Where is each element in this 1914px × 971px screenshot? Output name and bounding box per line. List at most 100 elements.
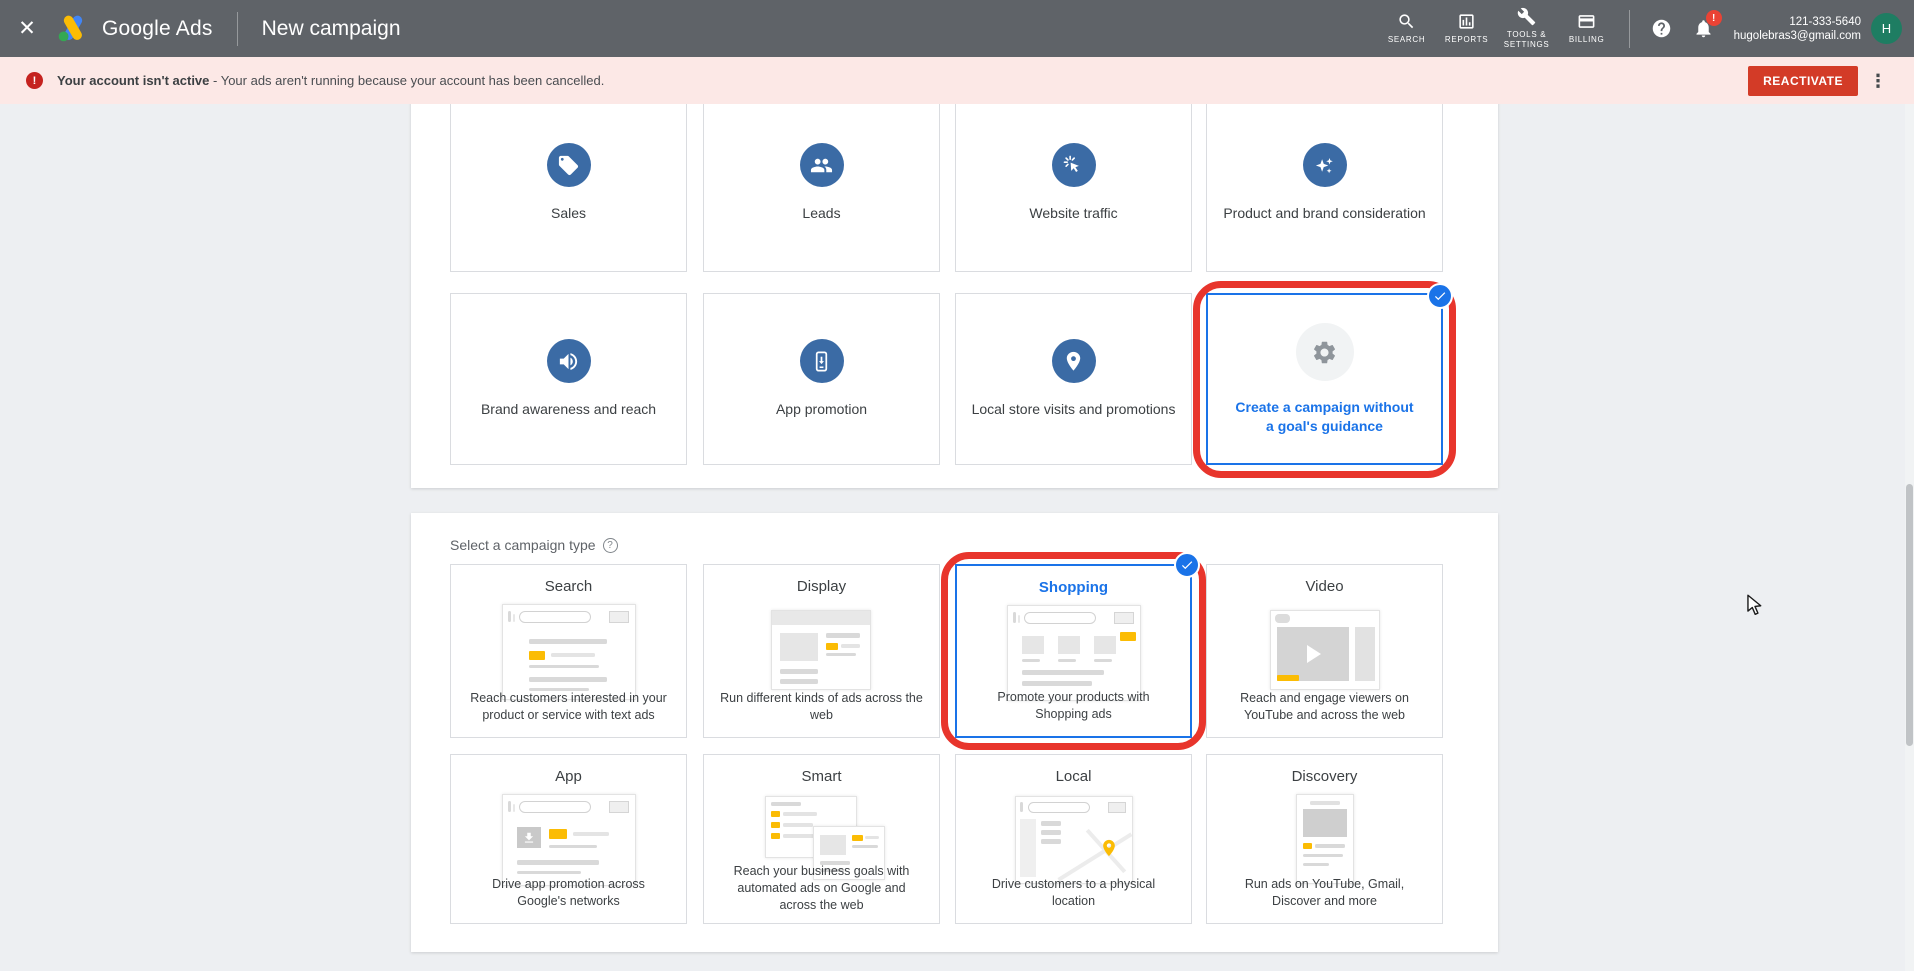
wrench-icon <box>1517 7 1536 26</box>
check-icon <box>1180 558 1194 572</box>
goal-card-app-promotion[interactable]: App promotion <box>703 293 940 465</box>
nav-label: SEARCH <box>1388 35 1426 45</box>
billing-nav-button[interactable]: BILLING <box>1557 12 1617 45</box>
mouse-cursor <box>1742 592 1768 618</box>
goal-card-brand-awareness[interactable]: Brand awareness and reach <box>450 293 687 465</box>
goal-card-product-brand-consideration[interactable]: Product and brand consideration <box>1206 94 1443 272</box>
sparkles-icon <box>1303 143 1347 187</box>
section-label-text: Select a campaign type <box>450 537 596 553</box>
type-card-title: Local <box>956 768 1191 785</box>
type-card-video[interactable]: Video Reach and engage viewers on YouTub… <box>1206 564 1443 738</box>
gear-icon <box>1296 323 1354 381</box>
app-phone-icon <box>800 339 844 383</box>
map-pin-icon <box>1052 339 1096 383</box>
goal-card-label: Local store visits and promotions <box>962 400 1186 418</box>
alert-title: Your account isn't active <box>57 73 209 88</box>
type-card-description: Run different kinds of ads across the we… <box>704 690 939 724</box>
type-card-title: Search <box>451 578 686 595</box>
help-icon <box>1651 18 1672 39</box>
type-card-title: Smart <box>704 768 939 785</box>
scrollbar-thumb[interactable] <box>1906 484 1913 746</box>
close-icon[interactable]: ✕ <box>0 16 54 41</box>
alert-message: Your account isn't active - Your ads are… <box>57 73 604 88</box>
type-card-description: Drive customers to a physical location <box>956 876 1191 910</box>
goal-card-label: App promotion <box>766 400 877 418</box>
app-ads-thumbnail <box>502 794 636 886</box>
goal-card-no-goal-guidance[interactable]: Create a campaign without a goal's guida… <box>1206 293 1443 465</box>
price-tag-icon <box>547 143 591 187</box>
goal-card-label: Brand awareness and reach <box>471 400 666 418</box>
type-card-description: Reach and engage viewers on YouTube and … <box>1207 690 1442 724</box>
notifications-button[interactable]: ! <box>1682 18 1726 39</box>
type-card-display[interactable]: Display Run different kinds of ads acros… <box>703 564 940 738</box>
display-ads-thumbnail <box>755 604 889 700</box>
check-icon <box>1433 289 1447 303</box>
billing-card-icon <box>1577 12 1596 31</box>
goal-card-label: Product and brand consideration <box>1213 204 1435 222</box>
type-card-title: App <box>451 768 686 785</box>
search-ads-thumbnail <box>502 604 636 700</box>
reports-icon <box>1457 12 1476 31</box>
topbar-actions: SEARCH REPORTS TOOLS & SETTINGS BILLING … <box>1377 7 1914 51</box>
type-card-title: Discovery <box>1207 768 1442 785</box>
type-card-description: Promote your products with Shopping ads <box>957 689 1190 723</box>
type-card-shopping[interactable]: Shopping Promote your products with Shop… <box>955 564 1192 738</box>
goal-card-leads[interactable]: Leads <box>703 94 940 272</box>
nav-label: BILLING <box>1569 35 1605 45</box>
notification-badge: ! <box>1706 10 1722 26</box>
goal-card-website-traffic[interactable]: Website traffic <box>955 94 1192 272</box>
type-card-title: Shopping <box>957 579 1190 596</box>
type-card-smart[interactable]: Smart Reach your business goals with aut… <box>703 754 940 924</box>
nav-label: REPORTS <box>1445 35 1488 45</box>
goal-card-label: Leads <box>792 204 850 222</box>
avatar[interactable]: H <box>1871 13 1902 44</box>
alert-separator: - <box>209 73 220 88</box>
selected-check-badge <box>1427 283 1453 309</box>
type-card-app[interactable]: App Drive app promotion across Google's … <box>450 754 687 924</box>
type-card-description: Reach customers interested in your produ… <box>451 690 686 724</box>
local-ads-thumbnail <box>1007 794 1141 886</box>
tools-settings-nav-button[interactable]: TOOLS & SETTINGS <box>1497 7 1557 51</box>
goal-card-label: Create a campaign without a goal's guida… <box>1222 398 1428 434</box>
kebab-menu-icon[interactable]: ⋮ <box>1858 72 1898 90</box>
megaphone-icon <box>547 339 591 383</box>
selected-check-badge <box>1174 552 1200 578</box>
campaign-type-section-label: Select a campaign type ? <box>450 537 618 553</box>
type-card-local[interactable]: Local Drive customers to a physical loca… <box>955 754 1192 924</box>
nav-label: TOOLS & SETTINGS <box>1497 30 1557 51</box>
error-icon: ! <box>26 72 43 89</box>
map-pin-icon <box>1102 839 1116 857</box>
help-icon[interactable]: ? <box>603 538 618 553</box>
type-card-description: Run ads on YouTube, Gmail, Discover and … <box>1207 876 1442 910</box>
goal-card-label: Sales <box>541 204 596 222</box>
type-card-description: Drive app promotion across Google's netw… <box>451 876 686 910</box>
search-nav-button[interactable]: SEARCH <box>1377 12 1437 45</box>
help-button[interactable] <box>1642 18 1682 39</box>
account-alert-banner: ! Your account isn't active - Your ads a… <box>0 57 1914 104</box>
type-card-description: Reach your business goals with automated… <box>704 863 939 914</box>
reports-nav-button[interactable]: REPORTS <box>1437 12 1497 45</box>
people-icon <box>800 143 844 187</box>
scrollbar-track[interactable] <box>1905 104 1914 971</box>
account-info: 121-333-5640 hugolebras3@gmail.com <box>1734 15 1861 43</box>
goal-card-local-store-visits[interactable]: Local store visits and promotions <box>955 293 1192 465</box>
search-icon <box>1397 12 1416 31</box>
account-phone: 121-333-5640 <box>1734 15 1861 29</box>
type-card-search[interactable]: Search Reach customers interested in you… <box>450 564 687 738</box>
topbar-divider <box>1629 10 1630 48</box>
download-icon <box>522 831 536 845</box>
shopping-ads-thumbnail <box>1007 605 1141 701</box>
alert-body: Your ads aren't running because your acc… <box>221 73 605 88</box>
goal-card-sales[interactable]: Sales <box>450 94 687 272</box>
cursor-click-icon <box>1052 143 1096 187</box>
account-email: hugolebras3@gmail.com <box>1734 29 1861 43</box>
type-card-title: Display <box>704 578 939 595</box>
top-app-bar: ✕ Google Ads New campaign SEARCH REPORTS… <box>0 0 1914 57</box>
topbar-divider <box>237 12 238 46</box>
discovery-ads-thumbnail <box>1258 794 1392 886</box>
type-card-title: Video <box>1207 578 1442 595</box>
page-title: New campaign <box>262 17 401 41</box>
product-name: Google Ads <box>102 17 213 41</box>
type-card-discovery[interactable]: Discovery Run ads on YouTube, Gmail, Dis… <box>1206 754 1443 924</box>
reactivate-button[interactable]: REACTIVATE <box>1748 66 1858 96</box>
